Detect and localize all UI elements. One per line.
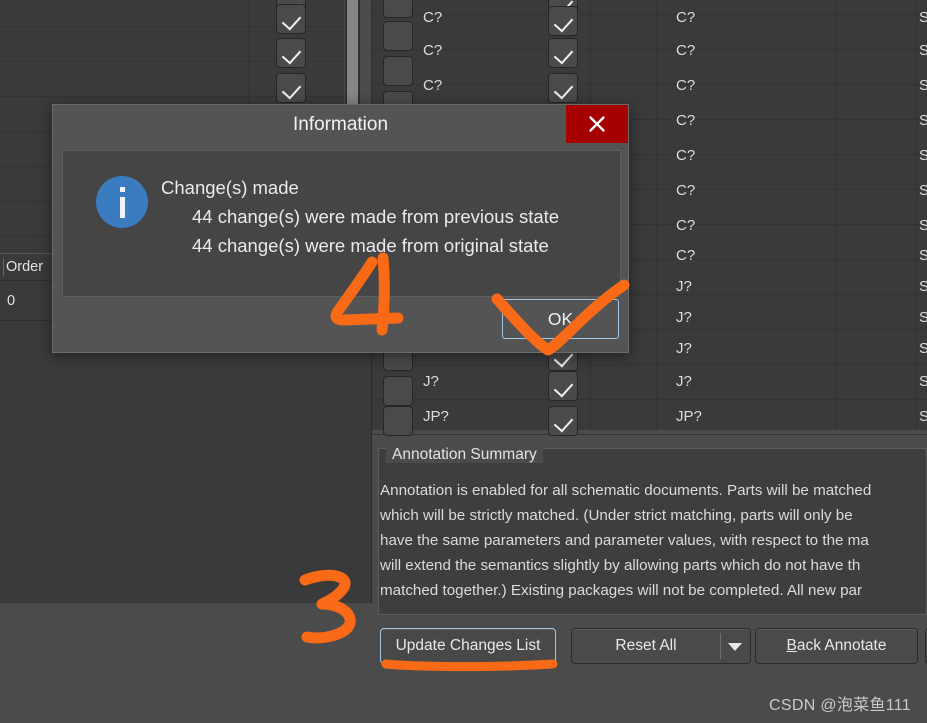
cell-status: ST bbox=[919, 247, 927, 264]
cell-current: JP? bbox=[676, 408, 702, 425]
close-button[interactable] bbox=[566, 105, 628, 143]
row-check-cell[interactable] bbox=[548, 38, 578, 68]
order-cell-value[interactable]: 0 bbox=[0, 281, 52, 321]
cell-status: ST bbox=[919, 112, 927, 129]
cell-current: C? bbox=[676, 247, 696, 264]
info-circle-icon bbox=[96, 176, 148, 228]
row-check-cell[interactable] bbox=[548, 371, 578, 401]
table-row[interactable] bbox=[371, 365, 927, 400]
cell-designator: J? bbox=[423, 373, 439, 390]
row-checkbox[interactable] bbox=[383, 376, 413, 406]
cell-current: C? bbox=[676, 77, 696, 94]
table-row[interactable] bbox=[371, 50, 927, 85]
cell-current: C? bbox=[676, 112, 696, 129]
dialog-message: Change(s) made 44 change(s) were made fr… bbox=[161, 173, 559, 260]
order-table[interactable]: Order 0 bbox=[0, 253, 52, 325]
information-dialog: Information Change(s) made 44 change(s) … bbox=[52, 104, 629, 353]
cell-status: ST bbox=[919, 147, 927, 164]
cell-designator: C? bbox=[423, 9, 443, 26]
back-annotate-mnemonic: B bbox=[786, 637, 797, 654]
row-check-cell[interactable] bbox=[548, 6, 578, 36]
cell-status: ST bbox=[919, 373, 927, 390]
dialog-content-area: Change(s) made 44 change(s) were made fr… bbox=[62, 150, 621, 297]
info-icon-stem bbox=[119, 197, 125, 218]
annotation-summary-text: Annotation is enabled for all schematic … bbox=[380, 478, 927, 603]
back-annotate-label: ack Annotate bbox=[796, 637, 887, 654]
row-checkbox[interactable] bbox=[383, 0, 413, 18]
row-checkbox[interactable] bbox=[276, 4, 306, 34]
cell-current: J? bbox=[676, 278, 692, 295]
watermark: CSDN @泡菜鱼111 bbox=[769, 697, 911, 714]
row-checkbox[interactable] bbox=[276, 73, 306, 103]
cell-status: ST bbox=[919, 9, 927, 26]
row-check-cell[interactable] bbox=[548, 73, 578, 103]
table-row[interactable] bbox=[371, 400, 927, 435]
cell-status: ST bbox=[919, 309, 927, 326]
cell-designator: C? bbox=[423, 77, 443, 94]
order-column-header[interactable]: Order bbox=[0, 253, 52, 281]
screenshot-root: C? C? C? J? JP? C? C? C? C? C? C? C? C? … bbox=[0, 0, 927, 723]
cell-current: J? bbox=[676, 340, 692, 357]
summary-line: which will be strictly matched. (Under s… bbox=[380, 507, 853, 524]
cell-status: ST bbox=[919, 408, 927, 425]
chevron-down-icon[interactable] bbox=[728, 643, 742, 651]
reset-all-label: Reset All bbox=[615, 637, 677, 654]
dialog-title-bar[interactable]: Information bbox=[53, 105, 628, 146]
row-checkbox[interactable] bbox=[383, 56, 413, 86]
back-annotate-button[interactable]: Back Annotate bbox=[755, 628, 918, 664]
dialog-title: Information bbox=[292, 114, 389, 135]
close-x-icon bbox=[589, 116, 605, 132]
cell-status: ST bbox=[919, 340, 927, 357]
message-line-1: 44 change(s) were made from previous sta… bbox=[192, 206, 560, 227]
info-icon-dot bbox=[119, 187, 125, 192]
row-check-cell[interactable] bbox=[548, 406, 578, 436]
cell-designator: JP? bbox=[423, 408, 449, 425]
summary-line: will extend the semantics slightly by al… bbox=[380, 557, 861, 574]
annotation-summary-title: Annotation Summary bbox=[386, 447, 543, 463]
ok-button[interactable]: OK bbox=[502, 299, 619, 339]
cell-current: C? bbox=[676, 217, 696, 234]
cell-current: C? bbox=[676, 42, 696, 59]
message-line-2: 44 change(s) were made from original sta… bbox=[192, 235, 549, 256]
reset-all-button[interactable]: Reset All bbox=[571, 628, 751, 664]
cell-designator: C? bbox=[423, 42, 443, 59]
cell-status: ST bbox=[919, 182, 927, 199]
summary-line: Annotation is enabled for all schematic … bbox=[380, 482, 872, 499]
table-row[interactable] bbox=[371, 15, 927, 50]
row-checkbox[interactable] bbox=[383, 406, 413, 436]
cell-current: J? bbox=[676, 373, 692, 390]
row-checkbox[interactable] bbox=[383, 21, 413, 51]
cell-status: ST bbox=[919, 278, 927, 295]
cell-status: ST bbox=[919, 42, 927, 59]
summary-line: matched together.) Existing packages wil… bbox=[380, 582, 863, 599]
cell-current: C? bbox=[676, 182, 696, 199]
cell-current: C? bbox=[676, 147, 696, 164]
cell-current: J? bbox=[676, 309, 692, 326]
dialog-button-bar: Update Changes List Reset All Back Annot… bbox=[371, 623, 927, 669]
message-heading: Change(s) made bbox=[161, 177, 299, 198]
summary-line: have the same parameters and parameter v… bbox=[380, 532, 869, 549]
update-changes-list-label: Update Changes List bbox=[395, 637, 541, 654]
update-changes-list-button[interactable]: Update Changes List bbox=[380, 628, 556, 664]
row-checkbox[interactable] bbox=[276, 38, 306, 68]
cell-current: C? bbox=[676, 9, 696, 26]
cell-status: ST bbox=[919, 217, 927, 234]
left-lower-panel bbox=[0, 325, 372, 604]
table-row[interactable] bbox=[371, 0, 927, 15]
ok-button-label: OK bbox=[547, 308, 574, 329]
left-bottom-strip bbox=[0, 603, 371, 669]
cell-status: ST bbox=[919, 77, 927, 94]
button-divider bbox=[720, 633, 721, 659]
